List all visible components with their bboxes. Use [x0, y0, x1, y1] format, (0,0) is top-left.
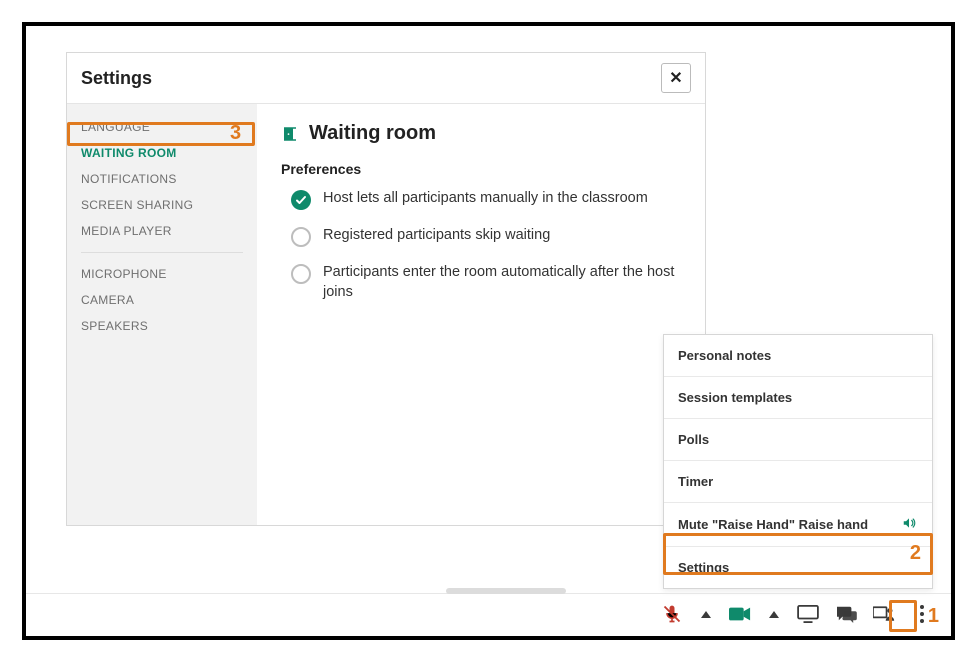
microphone-muted-button[interactable]: [661, 603, 683, 625]
modal-title: Settings: [81, 68, 152, 89]
section-header: Waiting room: [281, 122, 681, 145]
pref-option-host-lets-in[interactable]: Host lets all participants manually in t…: [291, 189, 681, 210]
sidebar-item-waiting-room[interactable]: WAITING ROOM: [67, 140, 257, 166]
settings-sidebar: LANGUAGE WAITING ROOM NOTIFICATIONS SCRE…: [67, 104, 257, 525]
menu-item-session-templates[interactable]: Session templates: [664, 377, 932, 419]
section-title: Waiting room: [309, 122, 436, 145]
close-button[interactable]: ✕: [661, 63, 691, 93]
more-menu-button[interactable]: [911, 603, 933, 625]
chevron-up-icon: [769, 611, 779, 618]
pref-option-auto-enter[interactable]: Participants enter the room automaticall…: [291, 263, 681, 302]
volume-icon: [900, 516, 918, 533]
pref-option-registered-skip[interactable]: Registered participants skip waiting: [291, 226, 681, 247]
menu-item-timer[interactable]: Timer: [664, 461, 932, 503]
sidebar-item-screen-sharing[interactable]: SCREEN SHARING: [67, 192, 257, 218]
menu-item-settings[interactable]: Settings: [664, 547, 932, 588]
camera-button[interactable]: [729, 603, 751, 625]
sidebar-separator: [81, 252, 243, 253]
radio-label: Participants enter the room automaticall…: [323, 263, 681, 302]
participants-button[interactable]: [873, 603, 895, 625]
sidebar-item-microphone[interactable]: MICROPHONE: [67, 261, 257, 287]
more-menu-popup: Personal notes Session templates Polls T…: [663, 334, 933, 589]
radio-label: Registered participants skip waiting: [323, 226, 550, 246]
door-icon: [281, 125, 299, 143]
radio-label: Host lets all participants manually in t…: [323, 189, 648, 209]
sidebar-item-speakers[interactable]: SPEAKERS: [67, 313, 257, 339]
menu-item-polls[interactable]: Polls: [664, 419, 932, 461]
settings-content: Waiting room Preferences Host lets all p…: [257, 104, 705, 525]
bottom-toolbar: [661, 598, 933, 630]
modal-body: LANGUAGE WAITING ROOM NOTIFICATIONS SCRE…: [67, 104, 705, 525]
menu-item-mute-raise-hand[interactable]: Mute "Raise Hand" Raise hand: [664, 503, 932, 547]
sidebar-item-notifications[interactable]: NOTIFICATIONS: [67, 166, 257, 192]
preferences-heading: Preferences: [281, 161, 681, 177]
chevron-up-icon: [701, 611, 711, 618]
radio-selected-icon: [291, 190, 311, 210]
menu-item-personal-notes[interactable]: Personal notes: [664, 335, 932, 377]
chat-button[interactable]: [835, 603, 857, 625]
close-icon: ✕: [669, 68, 682, 88]
radio-unselected-icon: [291, 264, 311, 284]
camera-options-chevron[interactable]: [767, 603, 781, 625]
sidebar-item-media-player[interactable]: MEDIA PLAYER: [67, 218, 257, 244]
sidebar-item-camera[interactable]: CAMERA: [67, 287, 257, 313]
modal-header: Settings ✕: [67, 53, 705, 104]
screen-share-button[interactable]: [797, 603, 819, 625]
sidebar-item-language[interactable]: LANGUAGE: [67, 114, 257, 140]
settings-modal: Settings ✕ LANGUAGE WAITING ROOM NOTIFIC…: [66, 52, 706, 526]
horizontal-scrollbar[interactable]: [446, 588, 566, 594]
microphone-options-chevron[interactable]: [699, 603, 713, 625]
radio-unselected-icon: [291, 227, 311, 247]
